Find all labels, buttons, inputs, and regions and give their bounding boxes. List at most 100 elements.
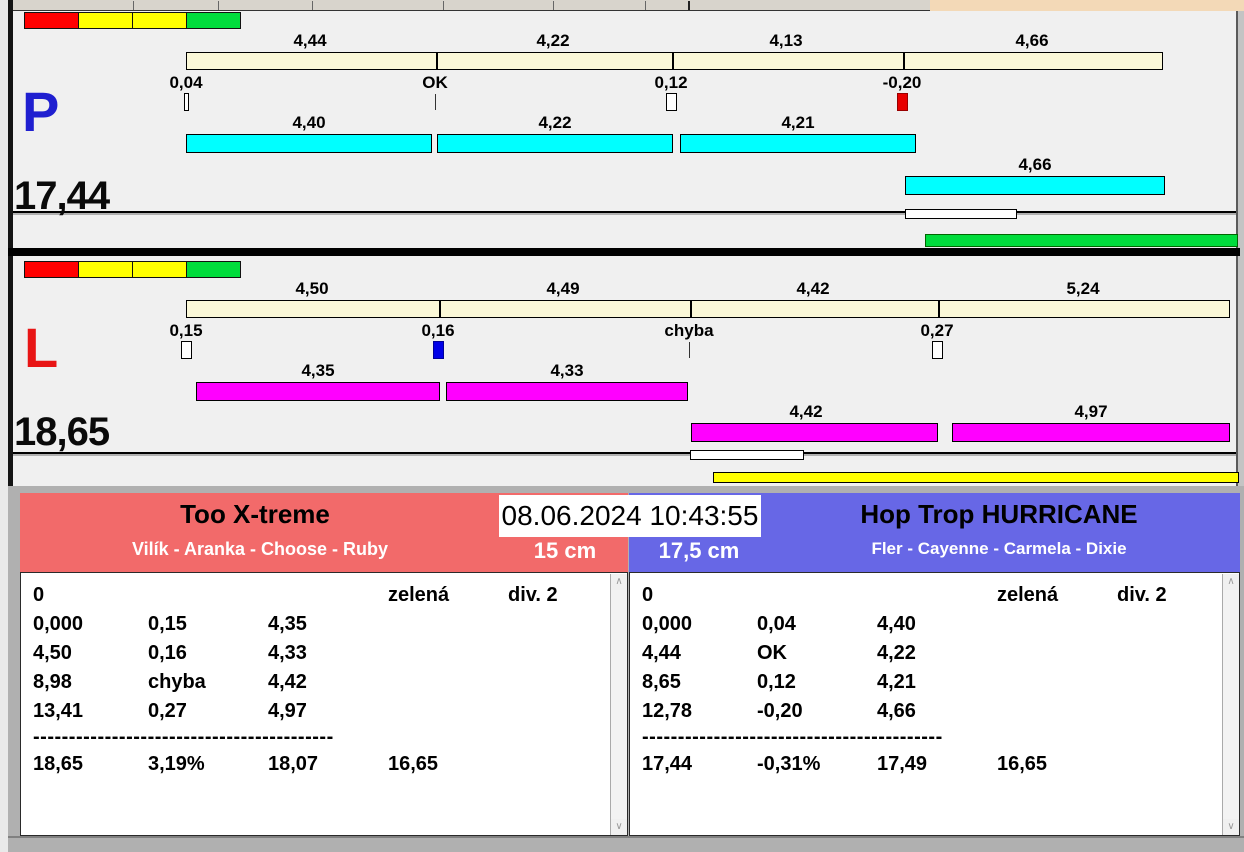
l-split-label-3: 4,42 [796,279,830,298]
p-split-label-3: 4,13 [769,31,803,50]
lane-letter-p: P [22,80,60,143]
toolbar-divider-tick [553,1,554,10]
light-yellow [78,261,133,278]
l-dog-bar-3 [691,423,938,442]
toolbar-divider-tick [645,1,646,10]
light-green [186,261,241,278]
l-crossing-label-2: 0,16 [421,321,455,340]
left-diff-percent: 3,19% [148,753,205,775]
l-split-label-4: 5,24 [1066,279,1100,298]
left-row0-color: zelená [388,584,450,606]
p-total-time: 17,44 [14,174,110,218]
p-dog-time-label-1: 4,40 [292,113,326,132]
scroll-down-button[interactable]: ∨ [611,819,627,835]
l-crossing-marker-2 [433,341,444,359]
l-dog-time-label-4: 4,97 [1074,402,1108,421]
scroll-down-button[interactable]: ∨ [1223,819,1239,835]
l-yellow-progress-bar [713,472,1239,483]
p-crossing-marker-4 [897,93,908,111]
p-dog-bar-2 [437,134,673,153]
l-dog-bar-1 [196,382,440,401]
l-total-time: 18,65 [14,410,110,454]
right-team-name: Hop Trop HURRICANE [860,499,1138,529]
right-row0-color: zelená [997,584,1059,606]
left-results-panel: 0 zelená div. 2 0,000 0,15 4,35 4,50 0,1… [20,572,628,836]
start-lights-p [24,12,241,30]
left-team-dogs: Vilík - Aranka - Choose - Ruby [131,539,389,559]
p-split-label-2: 4,22 [536,31,570,50]
right-results-panel: 0 zelená div. 2 0,000 0,04 4,40 4,44 OK … [629,572,1240,836]
p-crossing-marker-3 [666,93,677,111]
light-red [24,261,79,278]
l-crossing-label-1: 0,15 [169,321,203,340]
l-split-divider-2 [690,301,692,317]
l-split-label-2: 4,49 [546,279,580,298]
p-dog-bar-1 [186,134,432,153]
l-crossing-label-3: chyba [664,321,714,340]
p-crossing-marker-2 [435,94,436,110]
l-split-label-1: 4,50 [295,279,329,298]
right-row0-division: div. 2 [1117,584,1167,606]
table-dashes: ----------------------------------------… [642,726,943,748]
light-yellow [78,12,133,29]
l-dog-bar-4 [952,423,1230,442]
p-dog-time-label-3: 4,21 [781,113,815,132]
p-split-divider-1 [436,53,438,69]
flyball-timing-window: 4,44 4,22 4,13 4,66 0,04 OK 0,12 -0,20 4… [0,0,1244,852]
p-crossing-label-3: 0,12 [654,73,688,92]
p-dog-time-label-4: 4,66 [1018,155,1052,174]
right-team-dogs: Fler - Cayenne - Carmela - Dixie [871,539,1127,558]
top-toolbar-tan-segment [930,0,1244,11]
toolbar-divider-tick [688,1,690,10]
left-row0-division: div. 2 [508,584,558,606]
light-yellow [132,12,187,29]
p-white-progress-bar [905,209,1017,219]
l-split-divider-3 [938,301,940,317]
top-toolbar-strip [13,0,930,11]
light-red [24,12,79,29]
p-crossing-marker-1 [184,93,189,111]
toolbar-divider-tick [133,1,134,10]
left-team-name: Too X-treme [180,499,330,529]
l-crossing-marker-3 [689,342,690,358]
p-split-divider-3 [903,53,905,69]
p-split-label-1: 4,44 [293,31,327,50]
l-split-bar [186,300,1230,318]
l-crossing-marker-4 [932,341,943,359]
p-dog-bar-4 [905,176,1165,195]
lane-divider-bar [8,248,1240,256]
l-split-divider-1 [439,301,441,317]
p-crossing-label-4: -0,20 [882,73,922,92]
right-team-jump-height: 17,5 cm [658,538,740,563]
left-team-jump-height: 15 cm [533,538,597,563]
toolbar-divider-tick [312,1,313,10]
start-lights-l [24,261,241,279]
l-dog-time-label-1: 4,35 [301,361,335,380]
left-total-time: 18,65 [33,753,84,775]
light-yellow [132,261,187,278]
table-dashes: ----------------------------------------… [33,726,334,748]
scroll-up-button[interactable]: ∧ [1223,574,1239,590]
p-crossing-label-1: 0,04 [169,73,203,92]
p-crossing-label-2: OK [422,73,448,92]
p-split-bar [186,52,1163,70]
toolbar-divider-tick [443,1,444,10]
lane-letter-l: L [24,316,59,379]
l-crossing-label-4: 0,27 [920,321,954,340]
right-table-scrollbar[interactable]: ∧ ∨ [1222,574,1239,835]
bottom-strip-line [8,836,1244,838]
p-dog-bar-3 [680,134,916,153]
left-table-scrollbar[interactable]: ∧ ∨ [610,574,627,835]
l-crossing-marker-1 [181,341,192,359]
right-total-time: 17,44 [642,753,693,775]
right-diff-percent: -0,31% [757,753,821,775]
window-left-edge [0,0,8,852]
scroll-up-button[interactable]: ∧ [611,574,627,590]
toolbar-divider-tick [218,1,219,10]
l-dog-bar-2 [446,382,688,401]
datetime-display: 08.06.2024 10:43:55 [499,495,761,537]
p-green-progress-bar [925,234,1238,247]
p-split-label-4: 4,66 [1015,31,1049,50]
p-dog-time-label-2: 4,22 [538,113,572,132]
left-row0-num: 0 [33,584,45,606]
